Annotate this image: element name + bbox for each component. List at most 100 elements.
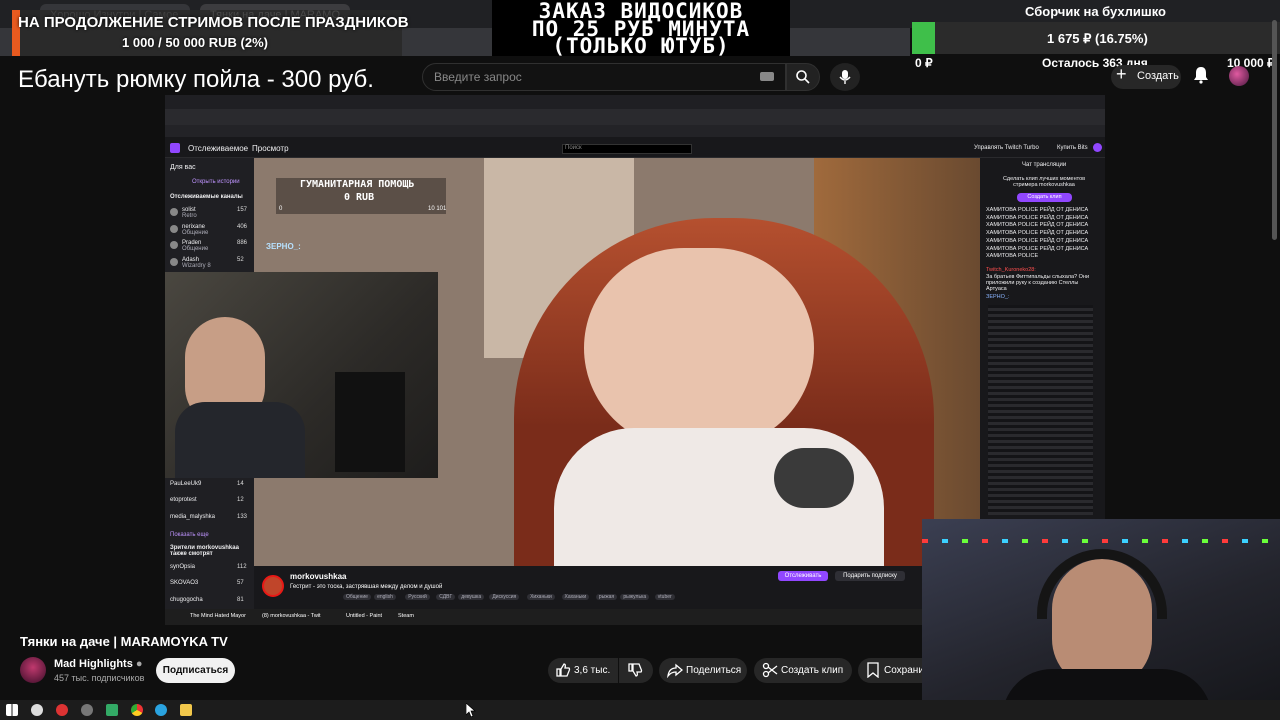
taskbar-item[interactable]: The Mind Hated Mayor — [190, 613, 246, 619]
channel-name[interactable]: Mad Highlights ● — [54, 658, 143, 670]
stream-tag[interactable]: Русский — [405, 594, 430, 600]
gift-sub-button[interactable]: Подарить подписку — [835, 571, 905, 581]
plus-icon: + — [1116, 64, 1127, 84]
stream-tag[interactable]: СДВГ — [436, 594, 456, 600]
streamer-name[interactable]: morkovushkaa — [290, 572, 346, 581]
save-label: Сохрани — [884, 665, 922, 676]
chat-message: За братьев Фиттипальды слыхала? Они прил… — [986, 274, 1090, 292]
aid-goal-title: ГУМАНИТАРНАЯ ПОМОЩЬ — [300, 179, 415, 190]
video-title: Тянки на даче | MARAMOYKA TV — [20, 634, 228, 649]
subscriber-count: 457 тыс. подписчиков — [54, 673, 145, 683]
stream-tag[interactable]: рыжая — [595, 594, 618, 600]
twitch-turbo-link[interactable]: Управлять Twitch Turbo — [974, 145, 1039, 151]
opera-icon[interactable] — [56, 704, 68, 716]
like-count: 3,6 тыс. — [574, 665, 611, 676]
notifications-bell-icon[interactable] — [1193, 66, 1209, 84]
viewer-count: 14 — [237, 481, 244, 487]
user-avatar[interactable] — [1229, 66, 1249, 86]
twitch-bits-button[interactable]: Купить Bits — [1057, 145, 1088, 151]
chat-message: ХАМИТОВА POLICE РЕЙД ОТ ДЕНИСА — [986, 237, 1089, 244]
stream-tag[interactable]: девушка — [458, 594, 485, 600]
sidebar-channel[interactable]: synOpsia — [170, 564, 195, 570]
chat-ascii-art — [988, 305, 1093, 515]
app-icon[interactable] — [106, 704, 118, 716]
sidebar-header: Для вас — [170, 164, 196, 171]
telegram-icon[interactable] — [155, 704, 167, 716]
chat-username[interactable]: Twitch_Kuroneko28: — [986, 267, 1036, 273]
stream-tag[interactable]: Хаханьки — [561, 594, 590, 600]
streamer-facecam — [165, 272, 438, 478]
subscribe-button[interactable]: Подписаться — [156, 658, 235, 683]
channel-name-text[interactable]: Mad Highlights — [54, 658, 133, 670]
chat-title: Чат трансляции — [1022, 162, 1067, 168]
channel-avatar[interactable] — [170, 258, 178, 266]
mouse-cursor-icon — [466, 703, 476, 717]
channel-avatar[interactable] — [170, 241, 178, 249]
stream-tag[interactable]: english — [374, 594, 396, 600]
donation-goal-amount: 1 000 / 50 000 RUB (2%) — [122, 35, 268, 50]
stream-title: Гестрит - это тоска, застрявшая между де… — [290, 584, 443, 590]
stories-link[interactable]: Открыть истории — [192, 179, 240, 185]
chat-username[interactable]: ЗЕРНО_: — [986, 294, 1010, 300]
stream-tag[interactable]: рыжулька — [620, 594, 650, 600]
streamer-avatar[interactable] — [262, 575, 284, 597]
sidebar-channel-category: Общение — [182, 246, 209, 252]
sidebar-channel[interactable]: chugogocha — [170, 597, 203, 603]
settings-icon[interactable] — [81, 704, 93, 716]
taskbar-item[interactable]: (8) morkovushkaa - Twit — [262, 613, 321, 619]
chat-message: ХАМИТОВА POLICE РЕЙД ОТ ДЕНИСА — [986, 230, 1089, 237]
voice-search-button[interactable] — [830, 63, 860, 91]
chrome-icon[interactable] — [131, 704, 143, 716]
viewer-count: 157 — [237, 207, 248, 213]
scissors-icon — [762, 662, 778, 678]
twitch-nav-following[interactable]: Отслеживаемое — [188, 144, 248, 153]
streamer-face — [584, 248, 814, 448]
thumbs-down-icon — [628, 663, 643, 677]
stream-tag[interactable]: Дискуссия — [489, 594, 520, 600]
yandex-browser-icon[interactable] — [31, 704, 43, 716]
collection-goal-title: Сборчик на бухлишко — [1025, 4, 1166, 19]
page-scrollbar[interactable] — [1272, 20, 1277, 240]
sidebar-channel-category: Общение — [182, 230, 209, 236]
twitch-user-avatar[interactable] — [1093, 143, 1102, 152]
folder-icon[interactable] — [180, 704, 192, 716]
viewer-count: 406 — [237, 224, 248, 230]
show-more-link[interactable]: Показать еще — [170, 532, 209, 538]
viewer-count: 886 — [237, 240, 248, 246]
viewer-count: 57 — [237, 580, 244, 586]
windows-start-icon[interactable] — [6, 704, 18, 716]
chat-overlay-user: ЗЕРНО_: — [266, 242, 301, 251]
twitch-logo-icon[interactable] — [170, 143, 180, 153]
chat-message: ХАМИТОВА POLICE — [986, 253, 1039, 260]
viewer-count: 52 — [237, 257, 244, 263]
aid-goal-max: 10 101 — [428, 206, 447, 212]
keyboard-icon[interactable] — [760, 72, 774, 81]
taskbar-item[interactable]: Steam — [398, 613, 414, 619]
sidebar-channel[interactable]: etoprotest — [170, 497, 197, 503]
sidebar-channel[interactable]: SKOVAO3 — [170, 580, 198, 586]
stream-tag[interactable]: Хиханьки — [527, 594, 555, 600]
sidebar-channel[interactable]: PauLeeUk9 — [170, 481, 201, 487]
thumbs-up-icon — [556, 663, 571, 677]
twitch-search-placeholder: Поиск — [565, 145, 582, 151]
aid-goal-amount: 0 RUB — [344, 192, 375, 203]
search-button[interactable] — [786, 63, 820, 91]
promo-line: (ТОЛЬКО ЮТУБ) — [552, 34, 730, 58]
collection-amount: 1 675 ₽ (16.75%) — [1047, 31, 1148, 46]
follow-button[interactable]: Отслеживать — [778, 571, 828, 581]
channel-avatar[interactable] — [20, 657, 46, 683]
channel-avatar[interactable] — [170, 225, 178, 233]
taskbar-item[interactable]: Untitled - Paint — [346, 613, 382, 619]
microphone-icon — [839, 70, 851, 84]
channel-avatar[interactable] — [170, 208, 178, 216]
twitch-nav-browse[interactable]: Просмотр — [252, 144, 289, 153]
share-label: Поделиться — [686, 665, 742, 676]
chat-message: ХАМИТОВА POLICE РЕЙД ОТ ДЕНИСА — [986, 207, 1089, 213]
viewer-count: 133 — [237, 514, 248, 520]
stream-tag[interactable]: Общение — [343, 594, 371, 600]
sidebar-channel[interactable]: media_malyshka — [170, 514, 215, 520]
stream-tag[interactable]: vtuber — [654, 594, 675, 600]
sidebar-channel-category: Retro — [182, 213, 197, 219]
inner-browser-bookmarks — [165, 125, 1105, 137]
create-clip-button[interactable]: Создать клип — [1017, 193, 1072, 202]
